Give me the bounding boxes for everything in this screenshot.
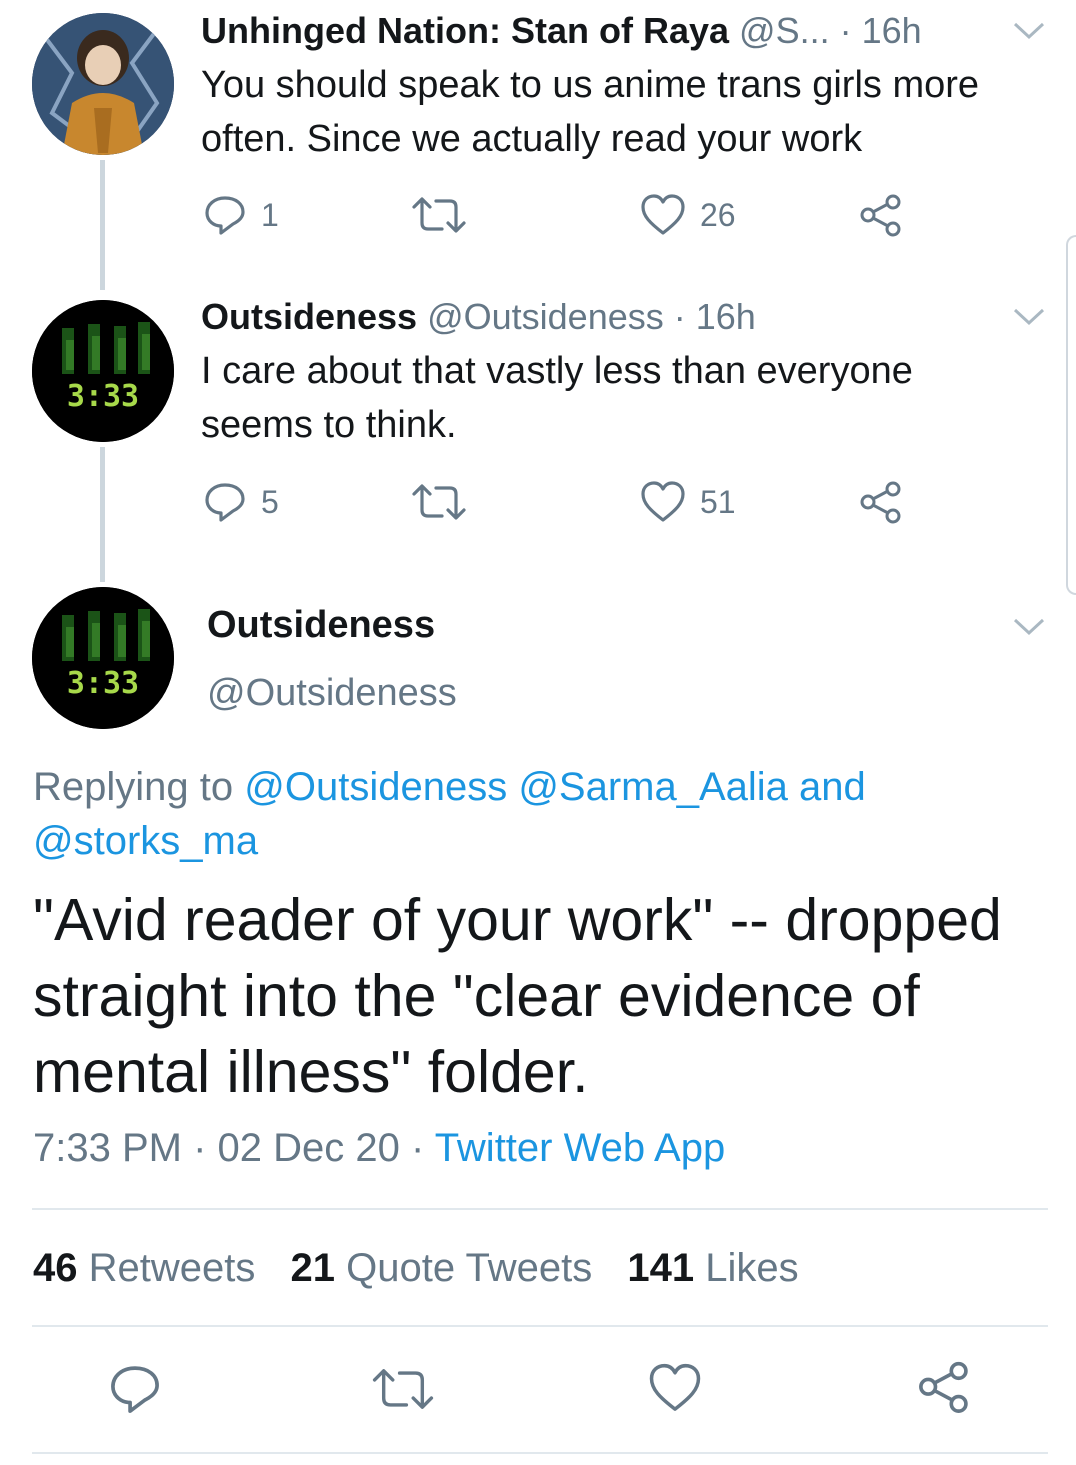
like-icon xyxy=(641,481,685,522)
chevron-down-icon[interactable] xyxy=(1012,20,1046,47)
scrollbar[interactable] xyxy=(1066,235,1076,595)
avatar[interactable] xyxy=(32,13,174,155)
handle[interactable]: @Outsideness xyxy=(207,672,457,715)
retweet-button[interactable] xyxy=(410,193,468,237)
tweet-text: "Avid reader of your work" -- dropped st… xyxy=(33,887,1002,1105)
reply-count: 5 xyxy=(261,483,279,520)
reply-button[interactable] xyxy=(108,1362,162,1416)
like-count: 51 xyxy=(700,483,736,520)
retweet-icon xyxy=(372,1369,434,1409)
display-name[interactable]: Outsideness xyxy=(207,604,435,647)
replying-to: Replying to @Outsideness @Sarma_Aalia an… xyxy=(33,760,1033,868)
share-button[interactable] xyxy=(916,1360,972,1416)
likes-stat[interactable]: 141 Likes xyxy=(627,1246,798,1290)
quotes-stat[interactable]: 21 Quote Tweets xyxy=(291,1246,604,1290)
divider xyxy=(32,1325,1048,1327)
share-icon xyxy=(860,481,901,524)
replying-users-link[interactable]: @storks_ma xyxy=(33,819,258,863)
reply-icon xyxy=(111,1366,159,1413)
tweet-timestamp: 7:33 PM · 02 Dec 20 · Twitter Web App xyxy=(33,1126,725,1171)
divider xyxy=(32,1452,1048,1454)
timestamp[interactable]: · 16h xyxy=(674,296,756,337)
retweet-icon xyxy=(412,484,466,520)
retweet-button[interactable] xyxy=(370,1364,436,1414)
tweet-stats: 46 Retweets 21 Quote Tweets 141 Likes xyxy=(33,1246,799,1291)
reply-button[interactable]: 5 xyxy=(203,480,279,524)
tweet-text: I care about that vastly less than every… xyxy=(201,350,913,446)
tweet-text: You should speak to us anime trans girls… xyxy=(201,64,980,160)
reply-icon xyxy=(205,196,245,235)
like-button[interactable] xyxy=(648,1362,702,1414)
display-name[interactable]: Unhinged Nation: Stan of Raya xyxy=(201,10,729,51)
retweets-stat[interactable]: 46 Retweets xyxy=(33,1246,267,1290)
retweets-count: 46 xyxy=(33,1246,78,1290)
display-name[interactable]: Outsideness xyxy=(201,296,417,337)
chevron-down-icon[interactable] xyxy=(1012,306,1046,333)
clock-text: 3:33 xyxy=(67,379,139,414)
thread-line xyxy=(100,160,105,290)
retweet-button[interactable] xyxy=(410,480,468,524)
likes-label: Likes xyxy=(705,1246,799,1290)
handle[interactable]: @S... xyxy=(739,10,830,51)
like-button[interactable]: 26 xyxy=(640,193,736,237)
tweet-source-link[interactable]: Twitter Web App xyxy=(435,1126,726,1170)
reply-count: 1 xyxy=(261,196,279,233)
likes-count: 141 xyxy=(627,1246,695,1290)
retweets-label: Retweets xyxy=(88,1246,256,1290)
handle[interactable]: @Outsideness xyxy=(427,296,664,337)
timestamp[interactable]: · 16h xyxy=(840,10,922,51)
avatar[interactable]: 3:33 xyxy=(32,300,174,442)
chevron-down-icon[interactable] xyxy=(1012,616,1046,643)
quotes-label: Quote Tweets xyxy=(346,1246,593,1290)
avatar[interactable]: 3:33 xyxy=(32,587,174,729)
replying-users-link[interactable]: @Outsideness @Sarma_Aalia and xyxy=(244,765,866,809)
tweet-header: Unhinged Nation: Stan of Raya @S... · 16… xyxy=(201,10,922,52)
clock-text: 3:33 xyxy=(67,666,139,701)
share-button[interactable] xyxy=(858,480,904,526)
like-icon xyxy=(649,1363,701,1411)
reply-icon xyxy=(205,483,245,522)
like-count: 26 xyxy=(700,196,736,233)
tweet-time[interactable]: 7:33 PM · 02 Dec 20 · xyxy=(33,1126,424,1170)
reply-button[interactable]: 1 xyxy=(203,193,279,237)
like-button[interactable]: 51 xyxy=(640,480,736,524)
share-icon xyxy=(919,1361,968,1413)
quotes-count: 21 xyxy=(290,1246,336,1290)
like-icon xyxy=(641,194,685,235)
thread-line xyxy=(100,447,105,582)
replying-prefix: Replying to xyxy=(33,765,234,809)
share-button[interactable] xyxy=(858,193,904,239)
share-icon xyxy=(860,194,901,237)
retweet-icon xyxy=(412,197,466,233)
divider xyxy=(32,1208,1048,1210)
tweet-header: Outsideness @Outsideness · 16h xyxy=(201,296,756,338)
